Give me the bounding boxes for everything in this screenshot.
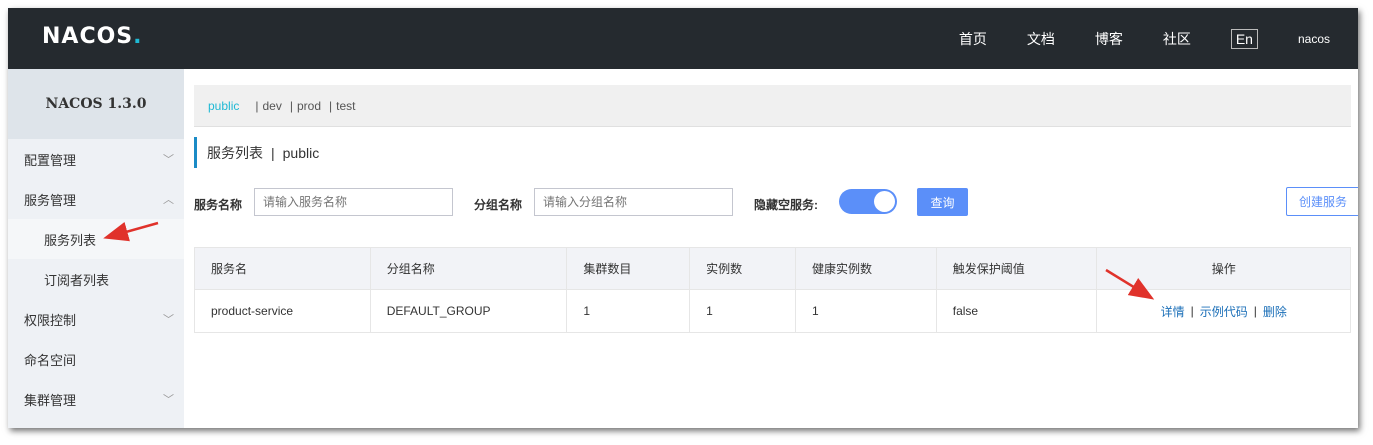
sidebar-item-label: 配置管理 [24,152,77,168]
cell-threshold: false [937,290,1098,332]
search-button[interactable]: 查询 [917,188,968,216]
toggle-knob [874,191,895,212]
action-separator: | [1253,304,1257,318]
sidebar-item-config[interactable]: 配置管理 ﹀ [8,139,184,179]
column-header: 健康实例数 [796,248,937,289]
namespace-tab-public[interactable]: public [208,99,239,113]
nav-home[interactable]: 首页 [959,29,987,49]
group-name-label: 分组名称 [474,198,523,212]
namespace-bar: public | dev | prod | test [194,85,1351,127]
details-link[interactable]: 详情 [1161,303,1185,320]
top-nav: 首页 文档 博客 社区 En nacos [959,8,1358,69]
service-name-label: 服务名称 [194,198,243,212]
page-title-namespace: public [282,144,320,161]
table-header: 服务名 分组名称 集群数目 实例数 健康实例数 触发保护阈值 操作 [195,248,1350,290]
table-row: product-service DEFAULT_GROUP 1 1 1 fals… [195,290,1350,332]
cell-service-name: product-service [195,290,371,332]
sidebar-item-cluster[interactable]: 集群管理 ﹀ [8,379,184,419]
chevron-down-icon: ﹀ [163,154,174,166]
sidebar: NACOS 1.3.0 配置管理 ﹀ 服务管理 ︿ 服务列表 订阅者列表 权限控… [8,69,184,428]
chevron-up-icon: ︿ [163,194,174,206]
namespace-tab-test[interactable]: test [336,99,355,113]
app-window: NACOS. 首页 文档 博客 社区 En nacos NACOS 1.3.0 … [8,8,1358,428]
chevron-down-icon: ﹀ [163,314,174,326]
column-header: 集群数目 [567,248,691,289]
sidebar-item-label: 集群管理 [24,392,77,408]
cell-actions: 详情 | 示例代码 | 删除 [1097,290,1350,332]
column-header: 服务名 [195,248,371,289]
delete-link[interactable]: 删除 [1263,303,1287,320]
column-header: 触发保护阈值 [937,248,1098,289]
sidebar-item-auth[interactable]: 权限控制 ﹀ [8,299,184,339]
main-content: public | dev | prod | test 服务列表 | public… [184,69,1358,428]
nav-community[interactable]: 社区 [1163,29,1191,49]
user-name[interactable]: nacos [1298,32,1330,46]
sample-code-link[interactable]: 示例代码 [1200,303,1248,320]
column-header: 操作 [1211,262,1236,276]
sidebar-item-service[interactable]: 服务管理 ︿ [8,179,184,219]
cell-cluster-count: 1 [567,290,691,332]
sidebar-item-namespace[interactable]: 命名空间 [8,339,184,379]
service-name-input[interactable] [254,188,453,216]
hide-empty-toggle[interactable] [839,189,897,214]
namespace-separator: | [255,98,259,113]
nav-docs[interactable]: 文档 [1027,29,1055,49]
chevron-down-icon: ﹀ [163,394,174,406]
namespace-separator: | [289,98,293,113]
page-title-text: 服务列表 [207,144,263,161]
namespace-tab-prod[interactable]: prod [297,99,321,113]
nav-blog[interactable]: 博客 [1095,29,1123,49]
page-title: 服务列表 | public [194,137,319,168]
sidebar-item-service-list[interactable]: 服务列表 [8,219,184,259]
version-title: NACOS 1.3.0 [8,69,184,139]
nacos-logo[interactable]: NACOS. [42,24,143,49]
sidebar-item-subscribers[interactable]: 订阅者列表 [8,259,184,299]
namespace-tab-dev[interactable]: dev [262,99,281,113]
sidebar-item-label: 服务管理 [24,192,77,208]
hide-empty-label: 隐藏空服务: [754,198,818,212]
namespace-separator: | [329,98,333,113]
cell-instance-count: 1 [690,290,796,332]
sidebar-item-label: 命名空间 [24,352,77,368]
filter-bar: 服务名称 分组名称 隐藏空服务: 查询 创建服务 [194,187,1358,219]
group-name-input[interactable] [534,188,733,216]
column-header: 实例数 [690,248,796,289]
create-service-button[interactable]: 创建服务 [1286,187,1358,216]
top-navbar: NACOS. 首页 文档 博客 社区 En nacos [8,8,1358,69]
cell-group-name: DEFAULT_GROUP [371,290,568,332]
column-header: 分组名称 [371,248,568,289]
title-separator: | [271,144,275,161]
language-toggle[interactable]: En [1230,28,1258,49]
sidebar-item-label: 权限控制 [24,312,77,328]
action-separator: | [1190,304,1194,318]
service-table: 服务名 分组名称 集群数目 实例数 健康实例数 触发保护阈值 操作 produc… [194,247,1351,333]
cell-healthy-count: 1 [796,290,937,332]
